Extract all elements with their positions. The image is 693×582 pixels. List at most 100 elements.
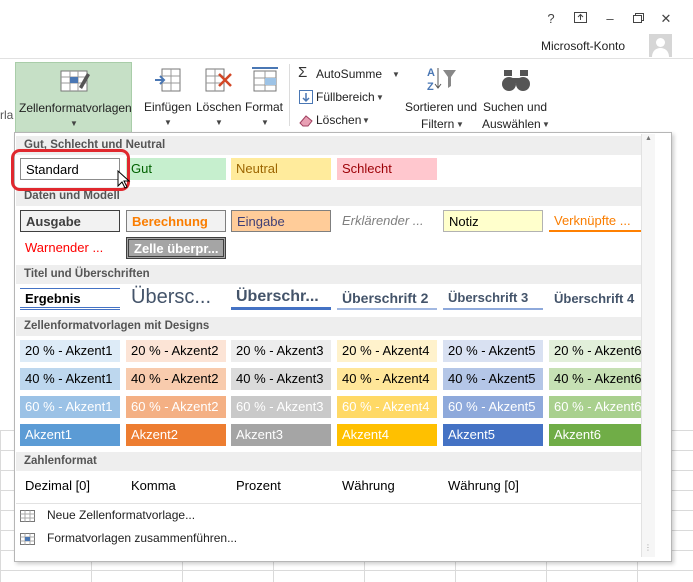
format-cells-icon: [250, 66, 280, 99]
cell-styles-gallery: Gut, Schlecht und Neutral Standard Gut N…: [14, 132, 672, 562]
chevron-down-icon: ▼: [70, 119, 78, 128]
style-20-akzent4[interactable]: 20 % - Akzent4: [337, 340, 437, 362]
style-notiz[interactable]: Notiz: [443, 210, 543, 232]
style-40-akzent3[interactable]: 40 % - Akzent3: [231, 368, 331, 390]
style-ueberschrift-2[interactable]: Überschrift 2: [337, 288, 437, 310]
fill-button[interactable]: Füllbereich ▼: [298, 89, 390, 107]
style-60-akzent6[interactable]: 60 % - Akzent6: [549, 396, 649, 418]
style-zelle-ueberpruefen[interactable]: Zelle überpr...: [126, 237, 226, 259]
section-titles-headings: Titel und Überschriften: [16, 265, 652, 284]
scroll-up-icon[interactable]: ▲: [645, 135, 652, 142]
merge-styles-icon: [20, 532, 35, 550]
style-prozent[interactable]: Prozent: [231, 475, 331, 497]
chevron-down-icon: ▼: [542, 120, 550, 129]
style-ueberschrift-1[interactable]: Überschr...: [231, 286, 331, 310]
sort-filter-label-1: Sortieren und: [405, 100, 478, 114]
style-gut[interactable]: Gut: [126, 158, 226, 180]
style-40-akzent4[interactable]: 40 % - Akzent4: [337, 368, 437, 390]
delete-cells-icon: [204, 66, 234, 99]
chevron-down-icon: ▼: [392, 70, 400, 79]
style-20-akzent2[interactable]: 20 % - Akzent2: [126, 340, 226, 362]
style-akzent2[interactable]: Akzent2: [126, 424, 226, 446]
style-40-akzent1[interactable]: 40 % - Akzent1: [20, 368, 120, 390]
style-ueberschrift-3[interactable]: Überschrift 3: [443, 288, 543, 310]
standard-highlight: [11, 149, 130, 191]
sort-filter-button[interactable]: AZ Sortieren und Filtern ▼: [403, 62, 479, 131]
style-20-akzent5[interactable]: 20 % - Akzent5: [443, 340, 543, 362]
style-ausgabe[interactable]: Ausgabe: [20, 210, 120, 232]
autosum-button[interactable]: Σ AutoSumme ▼: [298, 64, 402, 84]
restore-icon[interactable]: [627, 8, 649, 30]
style-20-akzent1[interactable]: 20 % - Akzent1: [20, 340, 120, 362]
style-60-akzent4[interactable]: 60 % - Akzent4: [337, 396, 437, 418]
style-20-akzent3[interactable]: 20 % - Akzent3: [231, 340, 331, 362]
style-akzent4[interactable]: Akzent4: [337, 424, 437, 446]
cell-styles-icon: [59, 67, 91, 102]
clear-label: Löschen: [316, 113, 362, 127]
clear-button[interactable]: Löschen ▼: [298, 112, 378, 130]
style-verknuepfte[interactable]: Verknüpfte ...: [549, 210, 649, 232]
style-waehrung-0[interactable]: Währung [0]: [443, 475, 543, 497]
style-20-akzent6[interactable]: 20 % - Akzent6: [549, 340, 649, 362]
style-40-akzent6[interactable]: 40 % - Akzent6: [549, 368, 649, 390]
insert-button[interactable]: Einfügen ▼: [140, 62, 194, 130]
close-icon[interactable]: ✕: [655, 8, 677, 30]
style-60-akzent3[interactable]: 60 % - Akzent3: [231, 396, 331, 418]
chevron-down-icon: ▼: [261, 118, 269, 127]
new-style-label: Neue Zellenformatvorlage...: [47, 508, 196, 522]
merge-styles-label: Formatvorlagen zusammenführen...: [47, 531, 238, 545]
eraser-icon: [299, 114, 313, 132]
account-name[interactable]: Microsoft-Konto: [541, 39, 625, 53]
style-40-akzent2[interactable]: 40 % - Akzent2: [126, 368, 226, 390]
style-akzent3[interactable]: Akzent3: [231, 424, 331, 446]
insert-cells-icon: [154, 66, 182, 99]
style-60-akzent5[interactable]: 60 % - Akzent5: [443, 396, 543, 418]
style-erklaerender[interactable]: Erklärender ...: [337, 210, 437, 232]
style-komma[interactable]: Komma: [126, 475, 226, 497]
sigma-icon: Σ: [298, 64, 308, 81]
style-waehrung[interactable]: Währung: [337, 475, 437, 497]
style-ueberschrift-4[interactable]: Überschrift 4: [549, 288, 649, 310]
avatar[interactable]: [649, 34, 672, 57]
style-akzent6[interactable]: Akzent6: [549, 424, 649, 446]
chevron-down-icon: ▼: [456, 120, 464, 129]
format-label: Format: [245, 100, 284, 114]
delete-button[interactable]: Löschen ▼: [195, 62, 243, 130]
help-button[interactable]: ?: [540, 8, 562, 30]
svg-text:Z: Z: [427, 81, 434, 93]
style-ergebnis[interactable]: Ergebnis: [20, 288, 120, 310]
chevron-down-icon: ▼: [164, 118, 172, 127]
find-select-button[interactable]: Suchen und Auswählen ▼: [481, 62, 553, 131]
minimize-icon[interactable]: –: [599, 8, 621, 30]
new-cell-style-item[interactable]: Neue Zellenformatvorlage...: [15, 506, 635, 526]
binoculars-icon: [501, 66, 531, 99]
cell-styles-button[interactable]: Zellenformatvorlagen ▼: [15, 62, 132, 132]
style-warnender[interactable]: Warnender ...: [20, 237, 120, 259]
style-eingabe[interactable]: Eingabe: [231, 210, 331, 232]
style-dezimal-0[interactable]: Dezimal [0]: [20, 475, 120, 497]
style-schlecht[interactable]: Schlecht: [337, 158, 437, 180]
style-40-akzent5[interactable]: 40 % - Akzent5: [443, 368, 543, 390]
new-style-icon: [20, 509, 35, 527]
sort-filter-label-2: Filtern: [421, 117, 455, 131]
style-60-akzent1[interactable]: 60 % - Akzent1: [20, 396, 120, 418]
style-akzent5[interactable]: Akzent5: [443, 424, 543, 446]
style-titel[interactable]: Übersc...: [126, 284, 226, 310]
merge-styles-item[interactable]: Formatvorlagen zusammenführen...: [15, 529, 635, 549]
format-button[interactable]: Format ▼: [244, 62, 286, 130]
resize-grip-icon[interactable]: ⋮: [644, 543, 652, 552]
menu-divider: [16, 503, 652, 504]
autosum-label: AutoSumme: [316, 67, 383, 81]
section-number-format: Zahlenformat: [16, 452, 652, 471]
sort-filter-icon: AZ: [425, 64, 457, 99]
style-neutral[interactable]: Neutral: [231, 158, 331, 180]
ribbon-display-icon[interactable]: [569, 8, 591, 30]
svg-text:A: A: [427, 67, 435, 79]
chevron-down-icon: ▼: [362, 116, 370, 125]
style-akzent1[interactable]: Akzent1: [20, 424, 120, 446]
fill-down-icon: [299, 90, 313, 109]
ribbon-left-fragment: rla: [0, 108, 14, 122]
style-berechnung[interactable]: Berechnung: [126, 210, 226, 232]
style-60-akzent2[interactable]: 60 % - Akzent2: [126, 396, 226, 418]
gallery-scrollbar[interactable]: ▲ ⋮: [641, 134, 655, 557]
